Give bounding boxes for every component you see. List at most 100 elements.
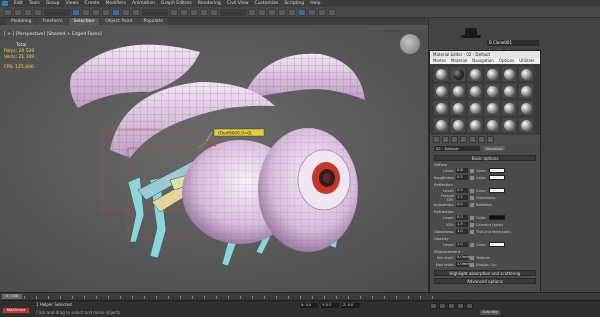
menu-item-graph-editors[interactable]: Graph Editors [161, 1, 192, 6]
menu-item-animation[interactable]: Animation [132, 1, 155, 6]
menu-options[interactable]: Options [499, 58, 514, 64]
schematic-view-button[interactable] [288, 8, 296, 16]
param-value[interactable]: 1.0 [456, 229, 468, 234]
viewport-label[interactable]: [ + ] [Perspective] [Shaded + Edged Face… [4, 32, 102, 37]
material-slot[interactable] [434, 67, 448, 81]
rendered-frame-button[interactable] [318, 8, 326, 16]
map-button[interactable] [470, 215, 474, 220]
put-to-library-button[interactable] [469, 136, 476, 143]
rollout-highlight[interactable]: Highlight absorption and scattering [434, 270, 536, 276]
param-value[interactable]: 1.0mm [456, 262, 470, 267]
window-crossing-button[interactable] [102, 8, 110, 16]
angle-snap-button[interactable] [190, 8, 198, 16]
perspective-viewport[interactable]: (Ou#6000.0=0) [ + ] [Perspective] [Shade… [0, 30, 428, 292]
go-to-start-button[interactable] [430, 303, 437, 309]
selection-filter-dropdown[interactable] [44, 8, 70, 16]
material-slot[interactable] [434, 101, 448, 115]
z-coordinate-field[interactable]: Z: 0.0 [342, 303, 360, 308]
render-button[interactable] [328, 8, 336, 16]
material-slot[interactable] [502, 118, 516, 132]
material-slot[interactable] [434, 118, 448, 132]
menu-item-tools[interactable]: Tools [29, 1, 40, 6]
material-slot[interactable] [485, 101, 499, 115]
material-slot[interactable] [519, 67, 533, 81]
link-button[interactable] [24, 8, 32, 16]
tab-populate[interactable]: Populate [138, 18, 169, 25]
reference-coord-dropdown[interactable] [142, 8, 168, 16]
material-slot[interactable] [451, 101, 465, 115]
next-frame-button[interactable] [457, 303, 464, 309]
show-in-viewport-button[interactable] [478, 136, 485, 143]
material-slot[interactable] [485, 67, 499, 81]
material-slot[interactable] [519, 84, 533, 98]
param-value[interactable]: 0.0 [456, 215, 468, 220]
play-button[interactable] [448, 303, 455, 309]
render-setup-button[interactable] [308, 8, 316, 16]
get-material-button[interactable] [433, 136, 440, 143]
material-editor-button[interactable] [298, 8, 306, 16]
select-rotate-button[interactable] [122, 8, 130, 16]
map-button[interactable] [470, 202, 474, 207]
color-swatch[interactable] [488, 215, 505, 220]
rollout-basic[interactable]: Basic options [434, 155, 536, 161]
menu-item-customize[interactable]: Customize [255, 1, 279, 6]
material-type-button[interactable]: Standard [483, 146, 505, 151]
y-coordinate-field[interactable]: Y: 0.0 [321, 303, 339, 308]
material-slot[interactable] [485, 84, 499, 98]
select-move-button[interactable] [112, 8, 120, 16]
menu-item-help[interactable]: Help [310, 1, 320, 6]
material-slot[interactable] [468, 67, 482, 81]
assign-material-button[interactable] [442, 136, 449, 143]
maxscript-listener-button[interactable]: MAXScript [3, 308, 29, 313]
param-extra[interactable]: Thin (no refraction) [476, 230, 511, 234]
param-value[interactable]: 0.8 [456, 168, 468, 173]
menu-item-edit[interactable]: Edit [14, 1, 23, 6]
material-slot[interactable] [468, 84, 482, 98]
go-to-parent-button[interactable] [487, 136, 494, 143]
map-button[interactable] [470, 222, 474, 227]
menu-item-modifiers[interactable]: Modifiers [106, 1, 127, 6]
x-coordinate-field[interactable]: X: 0.0 [300, 303, 318, 308]
menu-item-rendering[interactable]: Rendering [198, 1, 221, 6]
param-value[interactable]: 0.0 [456, 188, 468, 193]
material-slot[interactable] [451, 118, 465, 132]
material-slot[interactable] [451, 84, 465, 98]
map-button[interactable] [470, 168, 474, 173]
param-value[interactable]: 1.5 [456, 222, 468, 227]
param-extra[interactable]: Caustics (slow) [476, 223, 503, 227]
curve-editor-button[interactable] [278, 8, 286, 16]
map-button[interactable] [470, 175, 474, 180]
make-unique-button[interactable] [460, 136, 467, 143]
rollout-advanced[interactable]: Advanced options [434, 278, 536, 284]
mirror-button[interactable] [248, 8, 256, 16]
percent-snap-button[interactable] [200, 8, 208, 16]
time-slider[interactable]: 0 / 100 [2, 294, 22, 299]
param-value[interactable]: 0.0 [456, 202, 468, 207]
timeline[interactable]: 0 / 100 [0, 292, 600, 300]
tab-selection[interactable]: Selection [68, 18, 100, 25]
redo-button[interactable] [14, 8, 22, 16]
param-value[interactable]: 0.0mm [456, 255, 470, 260]
param-value[interactable]: 1.5 [456, 195, 468, 200]
material-slot[interactable] [502, 101, 516, 115]
align-button[interactable] [258, 8, 266, 16]
undo-button[interactable] [4, 8, 12, 16]
map-button[interactable] [470, 262, 474, 267]
menu-navigation[interactable]: Navigation [472, 58, 494, 64]
menu-item-create[interactable]: Create [85, 1, 100, 6]
material-slot[interactable] [468, 118, 482, 132]
spinner-snap-button[interactable] [210, 8, 218, 16]
tab-object-paint[interactable]: Object Paint [100, 18, 138, 25]
select-object-button[interactable] [72, 8, 80, 16]
color-swatch[interactable] [488, 168, 505, 173]
menu-item-scripting[interactable]: Scripting [284, 1, 304, 6]
tab-freeform[interactable]: Freeform [37, 18, 68, 25]
viewcube-icon[interactable] [400, 34, 420, 54]
named-selection-dropdown[interactable] [220, 8, 246, 16]
material-slot[interactable] [502, 67, 516, 81]
snap-toggle-button[interactable] [180, 8, 188, 16]
region-select-button[interactable] [92, 8, 100, 16]
auto-key-button[interactable]: Auto Key [480, 310, 500, 315]
go-to-end-button[interactable] [466, 303, 473, 309]
select-by-name-button[interactable] [82, 8, 90, 16]
